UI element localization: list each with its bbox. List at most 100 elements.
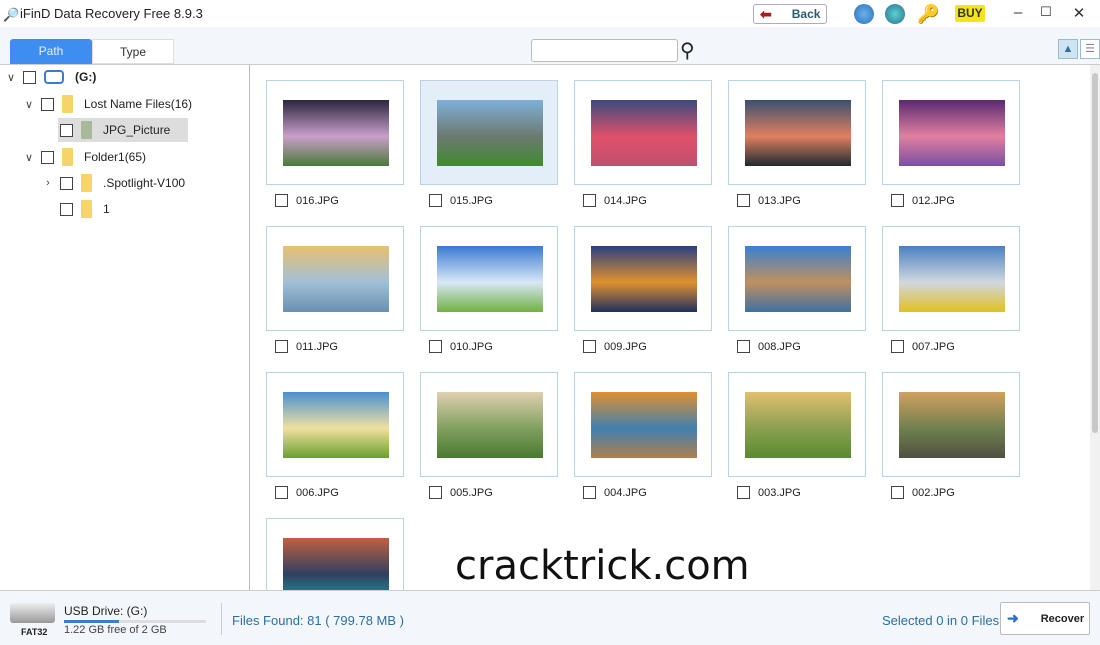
file-item[interactable]: 009.JPG: [583, 340, 647, 353]
arrow-left-icon: ⬅: [760, 5, 772, 22]
file-grid: 016.JPG 015.JPG 014.JPG 013.JPG 012.JPG 011.J…: [251, 65, 1089, 590]
file-item[interactable]: 016.JPG: [275, 194, 339, 207]
folder-tree: ∨ (G:) ∨ Lost Name Files(16) JPG_Picture ∨…: [0, 65, 250, 590]
checkbox[interactable]: [737, 486, 750, 499]
image-thumbnail: [283, 538, 389, 590]
image-thumbnail: [899, 100, 1005, 166]
chevron-right-icon[interactable]: ›: [41, 177, 55, 189]
chevron-down-icon[interactable]: ∨: [22, 98, 36, 111]
chevron-down-icon[interactable]: ∨: [22, 151, 36, 164]
app-icon: 🔎: [3, 6, 20, 22]
file-thumbnail-card[interactable]: [882, 80, 1020, 185]
checkbox[interactable]: [60, 176, 73, 190]
checkbox[interactable]: [891, 194, 904, 207]
file-item[interactable]: 005.JPG: [429, 486, 493, 499]
checkbox[interactable]: [583, 194, 596, 207]
file-thumbnail-card[interactable]: [420, 226, 558, 331]
file-item[interactable]: 010.JPG: [429, 340, 493, 353]
file-item[interactable]: 008.JPG: [737, 340, 801, 353]
search-icon[interactable]: ⚲: [680, 38, 695, 63]
image-thumbnail: [283, 100, 389, 166]
chevron-down-icon[interactable]: ∨: [4, 71, 18, 84]
image-thumbnail: [437, 100, 543, 166]
checkbox[interactable]: [429, 486, 442, 499]
file-thumbnail-card[interactable]: [266, 518, 404, 590]
checkbox[interactable]: [583, 486, 596, 499]
file-thumbnail-card[interactable]: [574, 372, 712, 477]
close-button[interactable]: ✕: [1069, 4, 1089, 22]
tree-label: (G:): [75, 70, 97, 84]
back-button[interactable]: ⬅ Back: [753, 4, 827, 24]
file-thumbnail-card[interactable]: [266, 80, 404, 185]
image-thumbnail: [745, 392, 851, 458]
globe-icon[interactable]: [854, 4, 874, 24]
file-thumbnail-card[interactable]: [420, 80, 558, 185]
file-thumbnail-card[interactable]: [266, 372, 404, 477]
maximize-button[interactable]: ☐: [1036, 4, 1056, 20]
tree-node-drive[interactable]: ∨ (G:): [4, 65, 96, 89]
file-item[interactable]: 007.JPG: [891, 340, 955, 353]
image-thumbnail: [591, 392, 697, 458]
checkbox[interactable]: [429, 340, 442, 353]
file-item[interactable]: 006.JPG: [275, 486, 339, 499]
file-item[interactable]: 002.JPG: [891, 486, 955, 499]
key-icon[interactable]: 🔑: [917, 4, 939, 24]
file-thumbnail-card[interactable]: [882, 226, 1020, 331]
scrollbar-thumb[interactable]: [1092, 73, 1098, 433]
filesystem-label: FAT32: [21, 627, 48, 637]
checkbox[interactable]: [275, 486, 288, 499]
minimize-button[interactable]: –: [1008, 4, 1028, 21]
buy-button[interactable]: BUY: [955, 5, 985, 22]
file-thumbnail-card[interactable]: [420, 372, 558, 477]
checkbox[interactable]: [737, 340, 750, 353]
checkbox[interactable]: [891, 340, 904, 353]
tree-node-1[interactable]: 1: [41, 197, 110, 221]
image-thumbnail: [899, 246, 1005, 312]
checkbox[interactable]: [23, 70, 36, 84]
file-item[interactable]: 004.JPG: [583, 486, 647, 499]
tree-node-spotlight[interactable]: › .Spotlight-V100: [41, 171, 185, 195]
checkbox[interactable]: [275, 340, 288, 353]
tree-node-folder1[interactable]: ∨ Folder1(65): [22, 145, 146, 169]
file-thumbnail-card[interactable]: [728, 372, 866, 477]
file-item[interactable]: 015.JPG: [429, 194, 493, 207]
file-name: 003.JPG: [758, 486, 801, 499]
thumbnail-view-icon[interactable]: ▲: [1058, 39, 1078, 59]
file-thumbnail-card[interactable]: [728, 80, 866, 185]
file-name: 016.JPG: [296, 194, 339, 207]
file-thumbnail-card[interactable]: [574, 226, 712, 331]
image-thumbnail: [591, 100, 697, 166]
recover-button[interactable]: ➜ Recover: [1000, 602, 1090, 635]
checkbox[interactable]: [891, 486, 904, 499]
file-item[interactable]: 012.JPG: [891, 194, 955, 207]
tab-path[interactable]: Path: [10, 39, 92, 64]
toolbar: Path Type ⚲ ▲ ☰: [0, 27, 1100, 65]
checkbox[interactable]: [275, 194, 288, 207]
divider: [221, 603, 222, 635]
checkbox[interactable]: [583, 340, 596, 353]
window-title: iFinD Data Recovery Free 8.9.3: [20, 6, 203, 21]
file-item[interactable]: 013.JPG: [737, 194, 801, 207]
back-label: Back: [791, 7, 821, 21]
file-thumbnail-card[interactable]: [574, 80, 712, 185]
file-thumbnail-card[interactable]: [728, 226, 866, 331]
checkbox[interactable]: [737, 194, 750, 207]
checkbox[interactable]: [429, 194, 442, 207]
checkbox[interactable]: [60, 123, 73, 137]
tree-node-jpg-picture[interactable]: JPG_Picture: [58, 118, 188, 142]
file-thumbnail-card[interactable]: [266, 226, 404, 331]
search-input[interactable]: [531, 39, 678, 62]
file-item[interactable]: 011.JPG: [275, 340, 338, 353]
tree-label: JPG_Picture: [103, 123, 171, 137]
checkbox[interactable]: [60, 202, 73, 216]
support-icon[interactable]: [885, 4, 905, 24]
file-item[interactable]: 014.JPG: [583, 194, 647, 207]
list-view-icon[interactable]: ☰: [1080, 39, 1100, 59]
file-item[interactable]: 003.JPG: [737, 486, 801, 499]
checkbox[interactable]: [41, 97, 54, 111]
checkbox[interactable]: [41, 150, 54, 164]
tab-type[interactable]: Type: [92, 39, 174, 64]
vertical-scrollbar[interactable]: [1090, 65, 1100, 590]
file-thumbnail-card[interactable]: [882, 372, 1020, 477]
tree-node-lost-name-files[interactable]: ∨ Lost Name Files(16): [22, 92, 192, 116]
